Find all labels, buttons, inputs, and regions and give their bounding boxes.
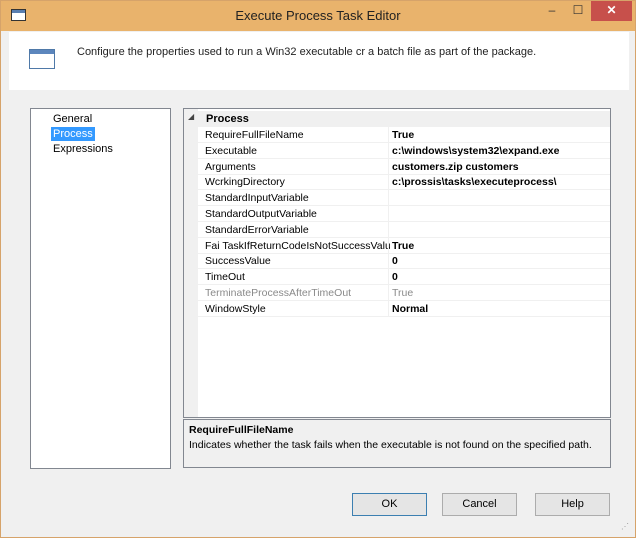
- column-divider: [388, 221, 389, 238]
- property-row[interactable]: Executable c:\windows\system32\expand.exe: [198, 142, 610, 159]
- property-row[interactable]: TerminateProcessAfterTimeOut True: [198, 285, 610, 301]
- property-name: Arguments: [205, 160, 256, 173]
- grid-margin: [184, 109, 198, 417]
- column-divider: [388, 300, 389, 317]
- property-value[interactable]: 0: [392, 271, 606, 283]
- resize-grip-icon[interactable]: ⋰: [621, 522, 631, 532]
- column-divider: [388, 158, 389, 175]
- property-value[interactable]: 0: [392, 255, 606, 267]
- maximize-button[interactable]: ☐: [565, 1, 591, 21]
- property-name: SuccessValue: [205, 255, 271, 268]
- property-name: StandardErrorVariable: [205, 223, 309, 236]
- property-value[interactable]: customers.zip customers: [392, 161, 606, 173]
- property-name: WindowStyle: [205, 302, 266, 315]
- property-name: WcrkingDirectory: [205, 176, 285, 189]
- help-button[interactable]: Help: [535, 493, 610, 516]
- description-title: RequireFullFileName: [189, 424, 294, 436]
- property-value[interactable]: True: [392, 287, 606, 299]
- property-grid: ◢ Process RequireFullFileName True Executa…: [183, 108, 611, 418]
- property-name: StandardOutputVariable: [205, 208, 317, 220]
- description-text: Indicates whether the task fails when th…: [189, 439, 592, 451]
- column-divider: [388, 190, 389, 207]
- header-description: Configure the properties used to run a W…: [77, 46, 537, 58]
- column-divider: [388, 253, 389, 270]
- property-row[interactable]: StandardInputVariable: [198, 190, 610, 207]
- property-name: Fai TaskIfReturnCodeIsNotSuccessValue: [205, 239, 390, 252]
- column-divider: [388, 269, 389, 286]
- header-panel: Configure the properties used to run a W…: [9, 32, 629, 90]
- property-row[interactable]: StandardErrorVariable: [198, 221, 610, 238]
- property-name: StandardInputVariable: [205, 192, 309, 205]
- property-row[interactable]: Fai TaskIfReturnCodeIsNotSuccessValue Tru…: [198, 237, 610, 254]
- nav-item-general[interactable]: General: [51, 112, 94, 126]
- property-name: TerminateProcessAfterTimeOut: [205, 287, 352, 299]
- property-name: TimeOut: [205, 271, 245, 284]
- property-value[interactable]: True: [392, 129, 606, 141]
- column-divider: [388, 174, 389, 191]
- property-value[interactable]: c:\prossis\tasks\executeprocess\: [392, 176, 606, 188]
- property-row[interactable]: WcrkingDirectory c:\prossis\tasks\execute…: [198, 174, 610, 191]
- property-row[interactable]: Arguments customers.zip customers: [198, 158, 610, 175]
- property-row[interactable]: WindowStyle Normal: [198, 300, 610, 317]
- description-panel: RequireFullFileName Indicates whether th…: [183, 419, 611, 468]
- column-divider: [388, 285, 389, 301]
- property-row[interactable]: SuccessValue 0: [198, 253, 610, 270]
- property-value[interactable]: c:\windows\system32\expand.exe: [392, 145, 606, 157]
- minimize-button[interactable]: –: [539, 1, 565, 21]
- column-divider: [388, 237, 389, 254]
- column-divider: [388, 142, 389, 159]
- nav-item-process[interactable]: Process: [51, 127, 95, 141]
- collapse-arrow-icon[interactable]: ◢: [188, 112, 194, 121]
- title-bar[interactable]: Execute Process Task Editor – ☐ ✕: [1, 1, 635, 31]
- property-row[interactable]: TimeOut 0: [198, 269, 610, 286]
- column-divider: [388, 127, 389, 143]
- ok-button[interactable]: OK: [352, 493, 427, 516]
- window-task-icon: [29, 49, 55, 69]
- category-label: Process: [206, 113, 249, 125]
- page-nav-list: General Process Expressions: [30, 108, 171, 469]
- nav-item-expressions[interactable]: Expressions: [51, 142, 115, 156]
- property-value[interactable]: Normal: [392, 303, 606, 315]
- close-button[interactable]: ✕: [591, 1, 632, 21]
- property-row[interactable]: RequireFullFileName True: [198, 127, 610, 143]
- property-row[interactable]: StandardOutputVariable: [198, 206, 610, 222]
- property-value[interactable]: True: [392, 240, 606, 252]
- property-name: RequireFullFileName: [205, 129, 304, 141]
- column-divider: [388, 206, 389, 222]
- cancel-button[interactable]: Cancel: [442, 493, 517, 516]
- property-name: Executable: [205, 144, 257, 157]
- dialog-window: Execute Process Task Editor – ☐ ✕ Config…: [0, 0, 636, 538]
- category-header[interactable]: ◢ Process: [184, 111, 610, 127]
